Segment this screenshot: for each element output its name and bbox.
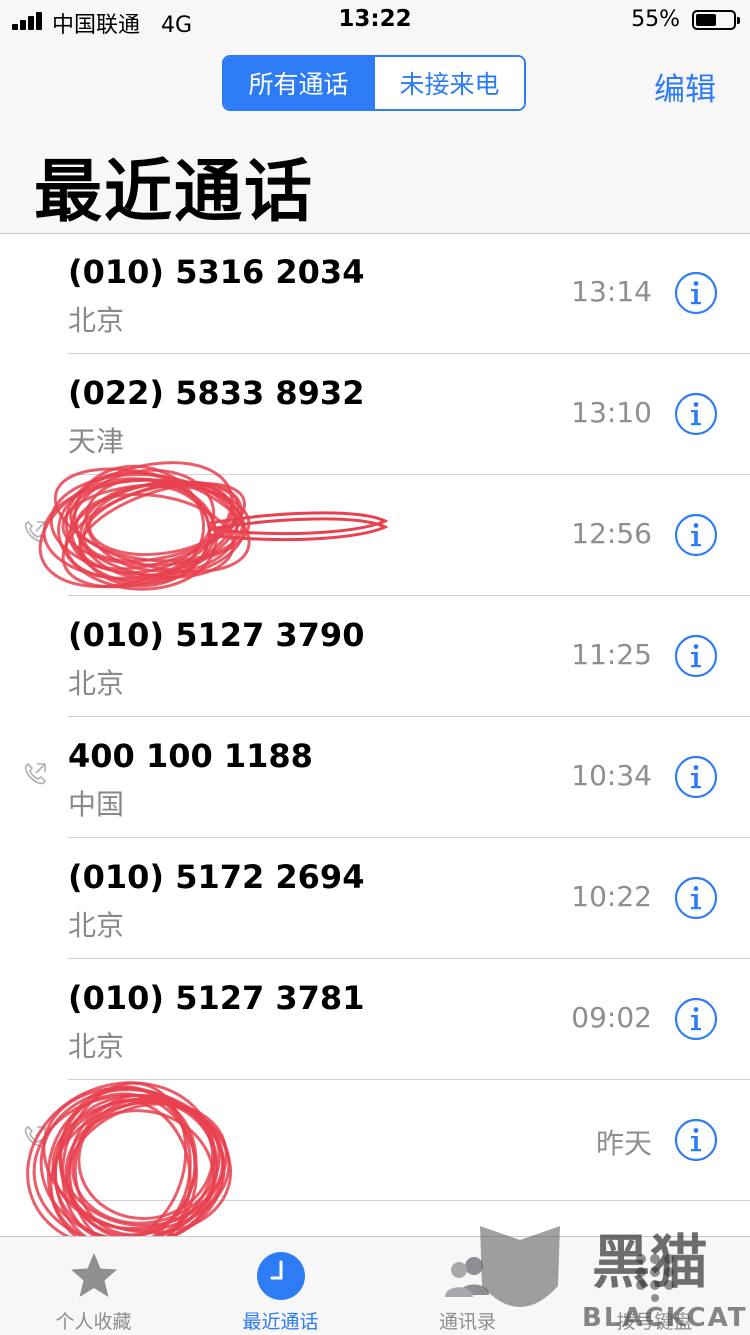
caller-location: 北京 [68,1030,125,1063]
caller-location: 中国 [68,788,125,821]
tab-label: 个人收藏 [55,1311,132,1333]
caller-location: 天津 [68,425,125,458]
tab-label: 拨号键盘 [616,1311,693,1333]
caller-number: (010) 5172 2694 [68,858,365,896]
contacts-icon [444,1257,489,1297]
call-row[interactable]: (010) 5127 3781 北京 09:02 [0,959,750,1080]
tab-bar: 个人收藏 最近通话 通讯录 拨号键盘 [0,1236,750,1335]
tab-recents[interactable]: 最近通话 [187,1237,374,1335]
info-icon[interactable] [674,271,718,315]
call-time: 13:14 [571,275,652,308]
info-icon[interactable] [674,1118,718,1162]
call-time: 10:34 [571,759,652,792]
caller-number: (010) 5127 3781 [68,979,365,1017]
tab-label: 最近通话 [242,1311,319,1333]
battery-icon [692,10,740,30]
call-row[interactable]: 12:56 [0,475,750,596]
star-icon [70,1253,117,1297]
call-row[interactable]: (010) 5172 2694 北京 10:22 [0,838,750,959]
call-row[interactable]: 400 100 1188 中国 10:34 [0,717,750,838]
recent-calls-list[interactable]: (010) 5316 2034 北京 13:14 (022) 5833 8932 天津 1… [0,233,750,1236]
caller-number: (010) 5127 3790 [68,616,365,654]
edit-button[interactable]: 编辑 [654,64,716,109]
call-time: 12:56 [571,517,652,550]
caller-number: (022) 5833 8932 [68,374,365,412]
tab-keypad[interactable]: 拨号键盘 [561,1237,748,1335]
info-icon[interactable] [674,634,718,678]
segment-missed-calls[interactable]: 未接来电 [373,57,524,109]
outgoing-call-icon [22,519,48,545]
info-icon[interactable] [674,392,718,436]
call-time: 10:22 [571,880,652,913]
caller-location: 北京 [68,667,125,700]
tab-contacts[interactable]: 通讯录 [374,1237,561,1335]
call-filter-segmented-control: 所有通话 未接来电 [222,55,526,111]
info-icon[interactable] [674,997,718,1041]
status-bar: 中国联通 4G 13:22 55% [0,0,750,40]
call-time: 13:10 [571,396,652,429]
battery-percent: 55% [631,7,680,32]
caller-location: 北京 [68,909,125,942]
call-row[interactable]: 昨天 [0,1080,750,1201]
call-time: 11:25 [571,638,652,671]
call-row-partial[interactable] [0,1201,750,1236]
page-title: 最近通话 [34,153,315,232]
keypad-icon [635,1254,674,1302]
clock-icon [256,1252,305,1300]
caller-number: 400 100 1188 [68,737,313,775]
caller-number: (010) 5316 2034 [68,253,365,291]
nav-header: 所有通话 未接来电 编辑 最近通话 [0,40,750,234]
info-icon[interactable] [674,876,718,920]
info-icon[interactable] [674,755,718,799]
call-row[interactable]: (022) 5833 8932 天津 13:10 [0,354,750,475]
segment-all-calls[interactable]: 所有通话 [224,57,373,109]
call-time: 09:02 [571,1001,652,1034]
info-icon[interactable] [674,513,718,557]
call-row[interactable]: (010) 5316 2034 北京 13:14 [0,233,750,354]
outgoing-call-icon [22,1124,48,1150]
caller-location: 北京 [68,304,125,337]
call-row[interactable]: (010) 5127 3790 北京 11:25 [0,596,750,717]
call-time: 昨天 [595,1127,652,1160]
tab-label: 通讯录 [438,1311,496,1333]
tab-favorites[interactable]: 个人收藏 [0,1237,187,1335]
outgoing-call-icon [22,761,48,787]
